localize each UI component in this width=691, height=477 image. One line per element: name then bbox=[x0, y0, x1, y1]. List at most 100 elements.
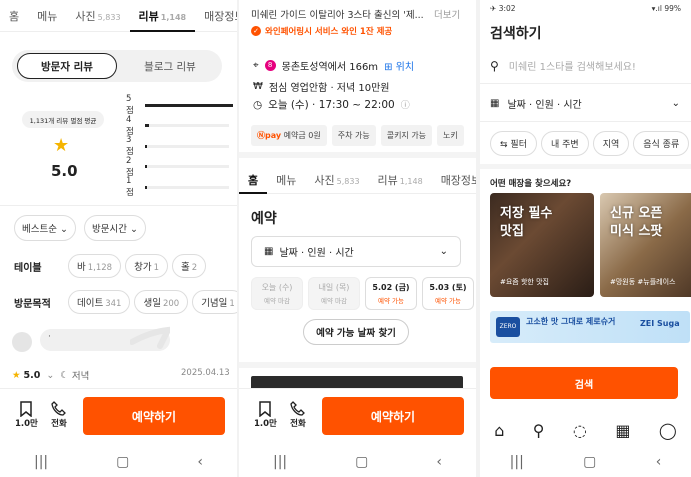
card-tag: #요즘 핫한 맛집 bbox=[500, 278, 549, 286]
date-selector[interactable]: ▦ 날짜 · 인원 · 시간 ⌄ bbox=[251, 236, 461, 267]
bottom-action-bar: 1.0만 전화 예약하기 bbox=[239, 388, 476, 446]
tab-home[interactable]: 홈 bbox=[0, 8, 28, 31]
feature-chip-parking: 주차 가능 bbox=[331, 125, 376, 146]
tab-photo[interactable]: 사진 5,833 bbox=[305, 172, 368, 193]
card-must-save[interactable]: 저장 필수 맛집 #요즘 핫한 맛집 bbox=[490, 193, 594, 297]
date-selector[interactable]: ▦ 날짜 · 인원 · 시간 ⌄ bbox=[490, 96, 680, 111]
recent-apps-icon[interactable]: ||| bbox=[34, 454, 48, 470]
bookmark-icon bbox=[259, 401, 272, 417]
tab-review[interactable]: 리뷰 1,148 bbox=[129, 8, 196, 32]
review-panel: 홈 메뉴 사진5,833 리뷰1,148 매장정보 방문자 리뷰 블로그 리뷰 … bbox=[0, 0, 237, 477]
tab-count: 5,833 bbox=[336, 177, 360, 186]
search-submit-button[interactable]: 검색 bbox=[490, 367, 678, 399]
chip-count: 1 bbox=[153, 263, 159, 273]
rating-label: 1점 bbox=[126, 176, 134, 199]
date-option-0502[interactable]: 5.02 (금) 예약 가능 bbox=[365, 277, 417, 310]
back-icon[interactable]: ‹ bbox=[656, 454, 662, 470]
save-button[interactable]: 1.0만 bbox=[15, 401, 38, 429]
recent-apps-icon[interactable]: ||| bbox=[510, 454, 524, 470]
blog-review-button[interactable]: 블로그 리뷰 bbox=[122, 53, 218, 79]
table-chip-hall[interactable]: 홀2 bbox=[172, 254, 207, 278]
rating-label: 3점 bbox=[126, 135, 134, 158]
rating-bar-fill bbox=[144, 144, 147, 148]
phone-icon bbox=[290, 401, 305, 416]
table-chip-bar[interactable]: 바 1,128 bbox=[68, 254, 122, 278]
status-time: ✈ 3:02 bbox=[490, 4, 516, 13]
rating-distribution: 5점10584점583점122점21점1 bbox=[126, 94, 237, 199]
recent-apps-icon[interactable]: ||| bbox=[273, 454, 287, 470]
sort-dropdown[interactable]: 베스트순 ⌄ bbox=[14, 215, 76, 241]
reviewer-dot: · bbox=[48, 332, 51, 342]
tab-info[interactable]: 매장정보 bbox=[432, 172, 476, 193]
tab-label: 홈 bbox=[9, 10, 20, 23]
tab-menu[interactable]: 메뉴 bbox=[267, 172, 305, 193]
home-icon[interactable]: ▢ bbox=[355, 454, 368, 470]
avatar[interactable] bbox=[12, 332, 32, 352]
feature-label: 예약금 0원 bbox=[283, 131, 321, 140]
back-icon[interactable]: ‹ bbox=[197, 454, 203, 470]
home-icon[interactable]: ▢ bbox=[116, 454, 129, 470]
find-available-dates-button[interactable]: 예약 가능 날짜 찾기 bbox=[303, 319, 409, 345]
date-option-today: 오늘 (수) 예약 마감 bbox=[251, 277, 303, 310]
visitor-review-button[interactable]: 방문자 리뷰 bbox=[17, 53, 117, 79]
system-nav-bar: ||| ▢ ‹ bbox=[480, 447, 691, 477]
feature-chip-nokids: 노키 bbox=[437, 125, 464, 146]
feature-chip-corkage: 콜키지 가능 bbox=[380, 125, 433, 146]
info-icon[interactable]: ⓘ bbox=[401, 98, 410, 111]
rating-bar-fill bbox=[144, 185, 147, 189]
search-tab-icon[interactable]: ⚲ bbox=[533, 421, 545, 440]
subway-line-icon: 8 bbox=[264, 60, 276, 71]
filter-chip-cuisine[interactable]: 음식 종류 bbox=[633, 131, 690, 156]
back-icon[interactable]: ‹ bbox=[436, 454, 442, 470]
tab-info[interactable]: 매장정보 bbox=[195, 8, 237, 31]
restaurant-headline: 미쉐린 가이드 이탈리아 3스타 출신의 '제... bbox=[251, 10, 424, 21]
chat-tab-icon[interactable]: ◌ bbox=[573, 421, 587, 440]
call-button[interactable]: 전화 bbox=[290, 401, 306, 429]
more-link[interactable]: 더보기 bbox=[434, 7, 460, 21]
pay-badge-label: pay bbox=[265, 131, 282, 140]
section-title: 어떤 매장을 찾으세요? bbox=[490, 179, 572, 189]
calendar-tab-icon[interactable]: ▦ bbox=[615, 421, 630, 440]
purpose-chip-birthday[interactable]: 생일 200 bbox=[134, 290, 189, 314]
chip-label: 데이트 bbox=[77, 298, 104, 309]
wine-notice: ✓ 와인페어링시 서비스 와인 1잔 제공 bbox=[251, 25, 392, 37]
date-option-0503[interactable]: 5.03 (토) 예약 가능 bbox=[422, 277, 474, 310]
purpose-chip-date[interactable]: 데이트 341 bbox=[68, 290, 131, 314]
home-tab-icon[interactable]: ⌂ bbox=[494, 421, 504, 440]
filter-chip-nearby[interactable]: 내 주변 bbox=[540, 131, 589, 156]
tab-bar: 홈 메뉴 사진5,833 리뷰1,148 매장정보 bbox=[239, 172, 476, 194]
pay-badge: Ⓝpay bbox=[257, 131, 281, 140]
tab-home[interactable]: 홈 bbox=[239, 172, 268, 194]
ad-headline: 고소한 맛 그대로 제로슈거 bbox=[526, 317, 616, 326]
search-input[interactable]: ⚲ 미쉐린 1스타를 검색해보세요! bbox=[490, 58, 636, 74]
tab-photo[interactable]: 사진 5,833 bbox=[66, 8, 129, 31]
call-button[interactable]: 전화 bbox=[51, 401, 67, 429]
bottom-action-bar: 1.0만 전화 예약하기 bbox=[0, 388, 237, 446]
phone-icon bbox=[51, 401, 66, 416]
ad-banner[interactable]: ZERO 고소한 맛 그대로 제로슈거 ZEI Suga bbox=[490, 311, 690, 343]
rating-row: 4점58 bbox=[126, 115, 237, 137]
map-link[interactable]: ⊞ 위치 bbox=[384, 58, 414, 73]
tab-label: 사진 bbox=[314, 174, 335, 187]
date-selector-label: 날짜 · 인원 · 시간 bbox=[507, 100, 582, 111]
chip-label: 바 bbox=[77, 262, 86, 273]
reserve-button[interactable]: 예약하기 bbox=[322, 397, 464, 435]
table-chip-window[interactable]: 창가 1 bbox=[125, 254, 168, 278]
filter-chip-region[interactable]: 지역 bbox=[592, 131, 630, 156]
purpose-chip-anniversary[interactable]: 기념일 1 bbox=[192, 290, 237, 314]
hours-row[interactable]: ◷ 오늘 (수) · 17:30 ~ 22:00 ⓘ bbox=[253, 97, 410, 112]
filter-chip-row: ⇆ 필터 내 주변 지역 음식 종류 bbox=[490, 131, 691, 156]
chevron-down-icon: ⌄ bbox=[671, 98, 680, 109]
reserve-button[interactable]: 예약하기 bbox=[83, 397, 225, 435]
tab-review[interactable]: 리뷰 1,148 bbox=[369, 172, 432, 193]
profile-tab-icon[interactable]: ◯ bbox=[659, 421, 677, 440]
visit-time-dropdown[interactable]: 방문시간 ⌄ bbox=[84, 215, 146, 241]
save-button[interactable]: 1.0만 bbox=[254, 401, 277, 429]
filter-button[interactable]: ⇆ 필터 bbox=[490, 131, 537, 156]
table-filter-chips: 바 1,128 창가 1 홀2 bbox=[68, 254, 207, 278]
page-title: 검색하기 bbox=[490, 26, 542, 42]
tab-menu[interactable]: 메뉴 bbox=[28, 8, 66, 31]
rating-row: 2점2 bbox=[126, 156, 237, 178]
card-new-open[interactable]: 신규 오픈 미식 스팟 #망원동 #뉴플레이스 bbox=[600, 193, 691, 297]
home-icon[interactable]: ▢ bbox=[583, 454, 596, 470]
